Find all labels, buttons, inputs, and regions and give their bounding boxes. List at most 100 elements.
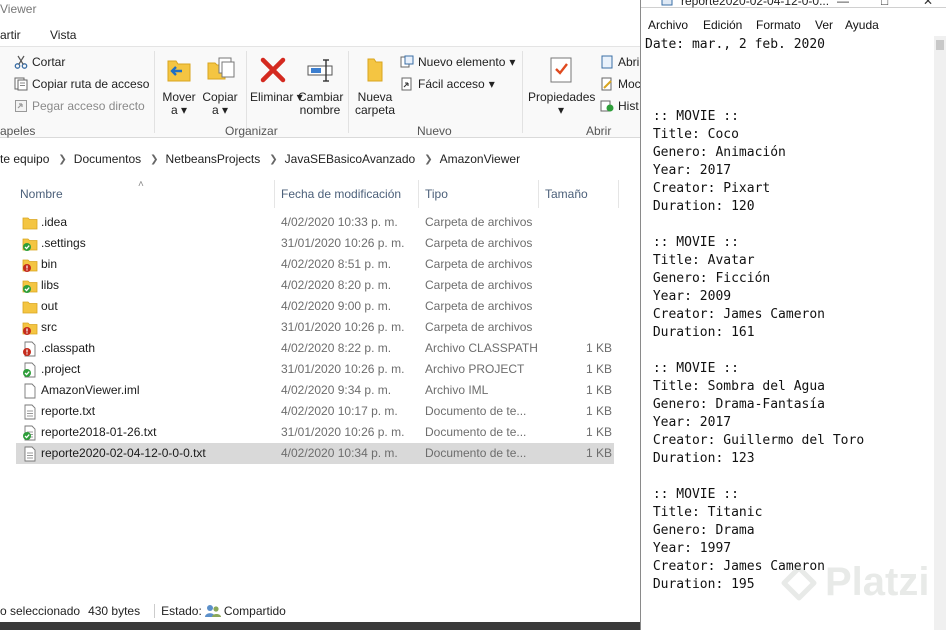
ribbon: Cortar Copiar ruta de acceso Pegar acces… xyxy=(0,46,640,138)
delete-button[interactable]: Eliminar ▾ xyxy=(250,55,303,104)
close-icon[interactable]: ✕ xyxy=(923,0,933,8)
ribbon-separator xyxy=(154,51,155,133)
maximize-icon[interactable]: □ xyxy=(881,0,888,8)
tab-vista[interactable]: Vista xyxy=(50,28,76,42)
breadcrumb-item[interactable]: te equipo xyxy=(0,152,49,166)
group-abrir-label: Abrir xyxy=(586,124,612,138)
breadcrumb-item[interactable]: Documentos xyxy=(74,152,141,166)
text-line xyxy=(645,90,935,108)
file-row[interactable]: reporte.txt 4/02/2020 10:17 p. m. Document… xyxy=(16,401,614,422)
text-line: Date: mar., 2 feb. 2020 xyxy=(645,37,826,52)
file-name: bin xyxy=(41,257,58,271)
rename-button[interactable]: Cambiar nombre xyxy=(298,55,343,117)
column-resize-handle[interactable] xyxy=(618,180,619,208)
file-row[interactable]: .idea 4/02/2020 10:33 p. m. Carpeta de arc… xyxy=(16,212,614,233)
file-date: 4/02/2020 8:22 p. m. xyxy=(281,341,392,355)
easy-access-button[interactable]: Fácil acceso ▾ xyxy=(400,77,495,91)
copy-to-icon xyxy=(207,57,235,80)
minimize-icon[interactable]: — xyxy=(837,0,849,8)
file-row[interactable]: src 31/01/2020 10:26 p. m. Carpeta de arch… xyxy=(16,317,614,338)
notepad-text-area[interactable]: Date: mar., 2 feb. 2020 :: MOVIE :: Titl… xyxy=(645,36,935,630)
file-type: Carpeta de archivos xyxy=(425,236,533,250)
file-row[interactable]: out 4/02/2020 9:00 p. m. Carpeta de archiv… xyxy=(16,296,614,317)
tab-compartir[interactable]: artir xyxy=(0,28,21,42)
watermark: Platzi xyxy=(781,560,929,605)
paste-shortcut-button[interactable]: Pegar acceso directo xyxy=(14,99,145,113)
status-state-label: Estado: xyxy=(161,604,202,618)
file-row[interactable]: reporte2018-01-26.txt 31/01/2020 10:26 p.… xyxy=(16,422,614,443)
ribbon-tabs: artir Vista xyxy=(0,24,640,46)
watermark-text: Platzi xyxy=(825,560,930,604)
column-resize-handle[interactable] xyxy=(274,180,275,208)
file-row[interactable]: AmazonViewer.iml 4/02/2020 9:34 p. m. Arch… xyxy=(16,380,614,401)
file-name: libs xyxy=(41,278,60,292)
sort-ascending-icon: ˄ xyxy=(138,179,144,190)
file-row[interactable]: bin 4/02/2020 8:51 p. m. Carpeta de archiv… xyxy=(16,254,614,275)
text-line: :: MOVIE :: xyxy=(645,235,739,250)
copy-path-button[interactable]: Copiar ruta de acceso xyxy=(14,77,149,91)
chevron-right-icon[interactable]: ❯ xyxy=(269,154,277,165)
history-button[interactable]: Hist xyxy=(600,99,639,113)
notepad-app-icon xyxy=(661,0,673,6)
folder-error-icon xyxy=(22,259,38,272)
file-row[interactable]: reporte2020-02-04-12-0-0-0.txt 4/02/2020 … xyxy=(16,443,614,464)
status-selection: o seleccionado xyxy=(0,604,81,618)
file-row[interactable]: .settings 31/01/2020 10:26 p. m. Carpeta d… xyxy=(16,233,614,254)
history-icon xyxy=(600,100,614,112)
file-synced-icon xyxy=(23,362,36,378)
folder-synced-icon xyxy=(22,238,38,251)
notepad-window: reporte2020-02-04-12-0-0... — □ ✕ Archiv… xyxy=(640,0,946,630)
properties-button[interactable]: Propiedades ▾ xyxy=(528,55,595,117)
file-date: 4/02/2020 10:17 p. m. xyxy=(281,404,398,418)
file-row[interactable]: .classpath 4/02/2020 8:22 p. m. Archivo CL… xyxy=(16,338,614,359)
paste-shortcut-label: Pegar acceso directo xyxy=(32,99,145,113)
notepad-title: reporte2020-02-04-12-0-0... xyxy=(681,0,830,8)
file-type: Archivo CLASSPATH xyxy=(425,341,538,355)
breadcrumb-item[interactable]: AmazonViewer xyxy=(440,152,520,166)
file-date: 31/01/2020 10:26 p. m. xyxy=(281,425,405,439)
breadcrumb-item[interactable]: NetbeansProjects xyxy=(166,152,261,166)
modify-button[interactable]: Moc xyxy=(600,77,640,91)
menu-archivo[interactable]: Archivo xyxy=(648,18,688,32)
column-resize-handle[interactable] xyxy=(418,180,419,208)
file-row[interactable]: .project 31/01/2020 10:26 p. m. Archivo PR… xyxy=(16,359,614,380)
file-type: Carpeta de archivos xyxy=(425,278,533,292)
file-name: .idea xyxy=(41,215,68,229)
menu-ayuda[interactable]: Ayuda xyxy=(845,18,879,32)
new-item-button[interactable]: Nuevo elemento ▾ xyxy=(400,55,515,69)
chevron-right-icon[interactable]: ❯ xyxy=(424,154,432,165)
column-header-name[interactable]: Nombre xyxy=(20,187,63,201)
menu-formato[interactable]: Formato xyxy=(756,18,801,32)
status-size: 430 bytes xyxy=(88,604,141,618)
breadcrumb-item[interactable]: JavaSEBasicoAvanzado xyxy=(285,152,416,166)
notepad-titlebar: reporte2020-02-04-12-0-0... — □ ✕ xyxy=(641,0,946,8)
text-line: :: MOVIE :: xyxy=(645,361,739,376)
folder-icon xyxy=(22,217,38,230)
column-header-date[interactable]: Fecha de modificación xyxy=(281,187,401,201)
file-row[interactable]: libs 4/02/2020 8:20 p. m. Carpeta de archi… xyxy=(16,275,614,296)
file-explorer-window: Viewer artir Vista Cortar Copiar ruta de… xyxy=(0,0,640,630)
menu-ver[interactable]: Ver xyxy=(815,18,833,32)
group-organizar-label: Organizar xyxy=(225,124,278,138)
text-line: Year: 1997 xyxy=(645,541,732,556)
file-size: 1 KB xyxy=(586,362,613,376)
chevron-right-icon[interactable]: ❯ xyxy=(58,154,66,165)
move-to-button[interactable]: Mover a ▾ xyxy=(160,55,198,117)
scrollbar-thumb[interactable] xyxy=(936,40,944,50)
open-button[interactable]: Abri xyxy=(600,55,639,69)
column-resize-handle[interactable] xyxy=(538,180,539,208)
platzi-logo-icon xyxy=(781,565,817,600)
new-folder-button[interactable]: Nueva carpeta xyxy=(354,55,396,117)
chevron-right-icon[interactable]: ❯ xyxy=(150,154,158,165)
copy-to-button[interactable]: Copiar a ▾ xyxy=(200,55,240,117)
text-file-icon xyxy=(24,446,36,462)
text-line: Creator: Pixart xyxy=(645,181,771,196)
file-name: .project xyxy=(41,362,81,376)
vertical-scrollbar[interactable] xyxy=(934,36,946,630)
move-to-icon xyxy=(167,60,191,82)
column-header-size[interactable]: Tamaño xyxy=(545,187,588,201)
menu-edicion[interactable]: Edición xyxy=(703,18,742,32)
copy-path-icon xyxy=(14,77,28,91)
column-header-type[interactable]: Tipo xyxy=(425,187,448,201)
cut-button[interactable]: Cortar xyxy=(14,55,65,69)
